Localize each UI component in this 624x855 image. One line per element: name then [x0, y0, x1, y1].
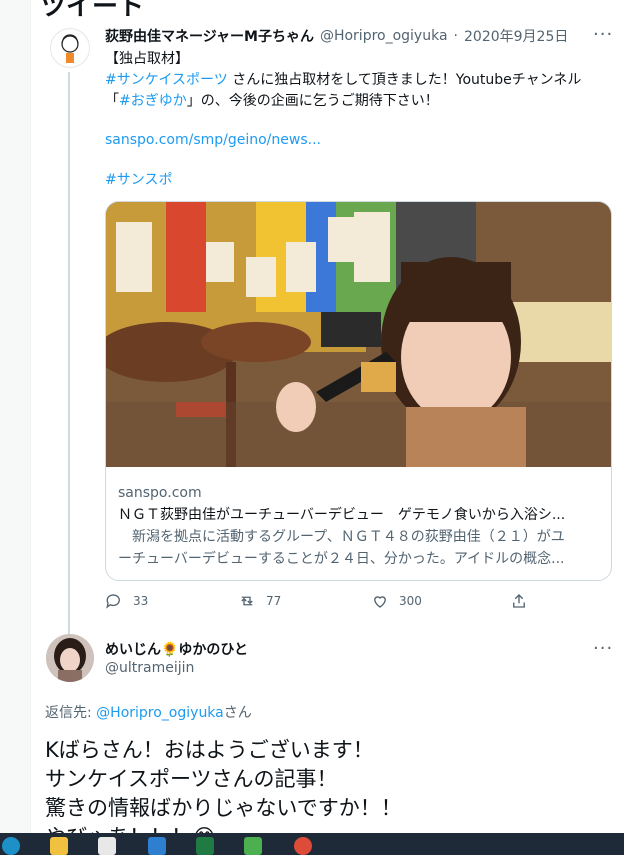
author-name[interactable]: 荻野由佳マネージャーM子ちゃん [105, 26, 314, 46]
tweet-actions: 33 77 300 [105, 592, 535, 614]
tweet-line-3: 「#おぎゆか」の、今後の企画に乞うご期待下さい！ [105, 91, 439, 112]
card-title: ＮＧＴ荻野由佳がユーチューバーデビュー ゲテモノ食いから入浴シ... [118, 507, 566, 523]
card-description-line-2: ーチューバーデビューすることが２４日、分かった。アイドルの概念... [118, 551, 565, 567]
share-icon [513, 594, 525, 608]
separator-dot: · [453, 28, 458, 44]
excel-icon[interactable] [196, 837, 214, 855]
tweet-line-2: #サンケイスポーツ さんに独占取材をして頂きました！Youtubeチャンネル [105, 70, 581, 91]
author-handle[interactable]: @Horipro_ogiyuka [320, 28, 448, 44]
store-icon[interactable] [98, 837, 116, 855]
reply-to-handle-link[interactable]: @Horipro_ogiyuka [96, 705, 224, 721]
card-domain: sanspo.com [118, 485, 202, 501]
retweet-count: 77 [266, 594, 282, 608]
reply-author-name[interactable]: めいじん🌻ゆかのひと [105, 639, 248, 659]
retweet-icon [241, 596, 253, 606]
card-image [106, 202, 611, 467]
left-gutter [0, 0, 31, 833]
reply-to-label: 返信先: [45, 705, 97, 721]
more-options-icon[interactable]: ··· [593, 638, 613, 659]
tweet-avatar[interactable] [50, 28, 90, 68]
tweet-line-1: 【独占取材】 [105, 51, 189, 67]
like-button[interactable]: 300 [371, 592, 422, 610]
reply-text-line: サンケイスポーツさんの記事！ [45, 767, 338, 791]
tweet-line-3-text: 」の、今後の企画に乞うご期待下さい！ [186, 93, 439, 109]
reply-count: 33 [133, 594, 149, 608]
retweet-button[interactable]: 77 [238, 592, 281, 610]
hashtag-link[interactable]: #サンケイスポーツ [105, 72, 228, 88]
reply-author-handle[interactable]: @ultrameijin [105, 660, 194, 676]
edge-icon[interactable] [2, 837, 20, 855]
link-card[interactable]: sanspo.com ＮＧＴ荻野由佳がユーチューバーデビュー ゲテモノ食いから入… [105, 201, 612, 581]
reply-to-suffix: さん [223, 705, 252, 721]
page-title: ツイート [40, 0, 145, 22]
windows-taskbar [0, 833, 624, 855]
hashtag-link[interactable]: #サンスポ [105, 170, 172, 191]
file-explorer-icon[interactable] [50, 837, 68, 855]
tweet-date[interactable]: 2020年9月25日 [464, 26, 568, 46]
reply-button[interactable]: 33 [105, 592, 148, 610]
card-description-line-1: 新潟を拠点に活動するグループ、ＮＧＴ４８の荻野由佳（２１）がユ [118, 529, 565, 545]
bracket-open: 「 [105, 93, 119, 109]
mail-icon[interactable] [148, 837, 166, 855]
reply-avatar[interactable] [46, 634, 94, 682]
reply-text-line: 驚きの情報ばかりじゃないですか！！ [45, 796, 402, 820]
tweet-header: 荻野由佳マネージャーM子ちゃん @Horipro_ogiyuka · 2020年… [105, 26, 568, 46]
reply-to-line: 返信先: @Horipro_ogiyukaさん [45, 702, 252, 722]
thread-line [68, 72, 70, 637]
share-button[interactable] [510, 592, 528, 610]
tweet-line-2-text: さんに独占取材をして頂きました！Youtubeチャンネル [227, 72, 582, 88]
card-body: sanspo.com ＮＧＴ荻野由佳がユーチューバーデビュー ゲテモノ食いから入… [118, 482, 603, 570]
like-count: 300 [399, 594, 422, 608]
hashtag-link[interactable]: #おぎゆか [119, 93, 187, 109]
chrome-icon[interactable] [294, 837, 312, 855]
reply-text-line: Kばらさん！おはようございます！ [45, 738, 374, 762]
heart-icon [374, 596, 386, 608]
reply-icon [106, 594, 120, 609]
more-options-icon[interactable]: ··· [593, 24, 613, 45]
app-icon[interactable] [244, 837, 262, 855]
news-url-link[interactable]: sanspo.com/smp/geino/news... [105, 130, 321, 151]
